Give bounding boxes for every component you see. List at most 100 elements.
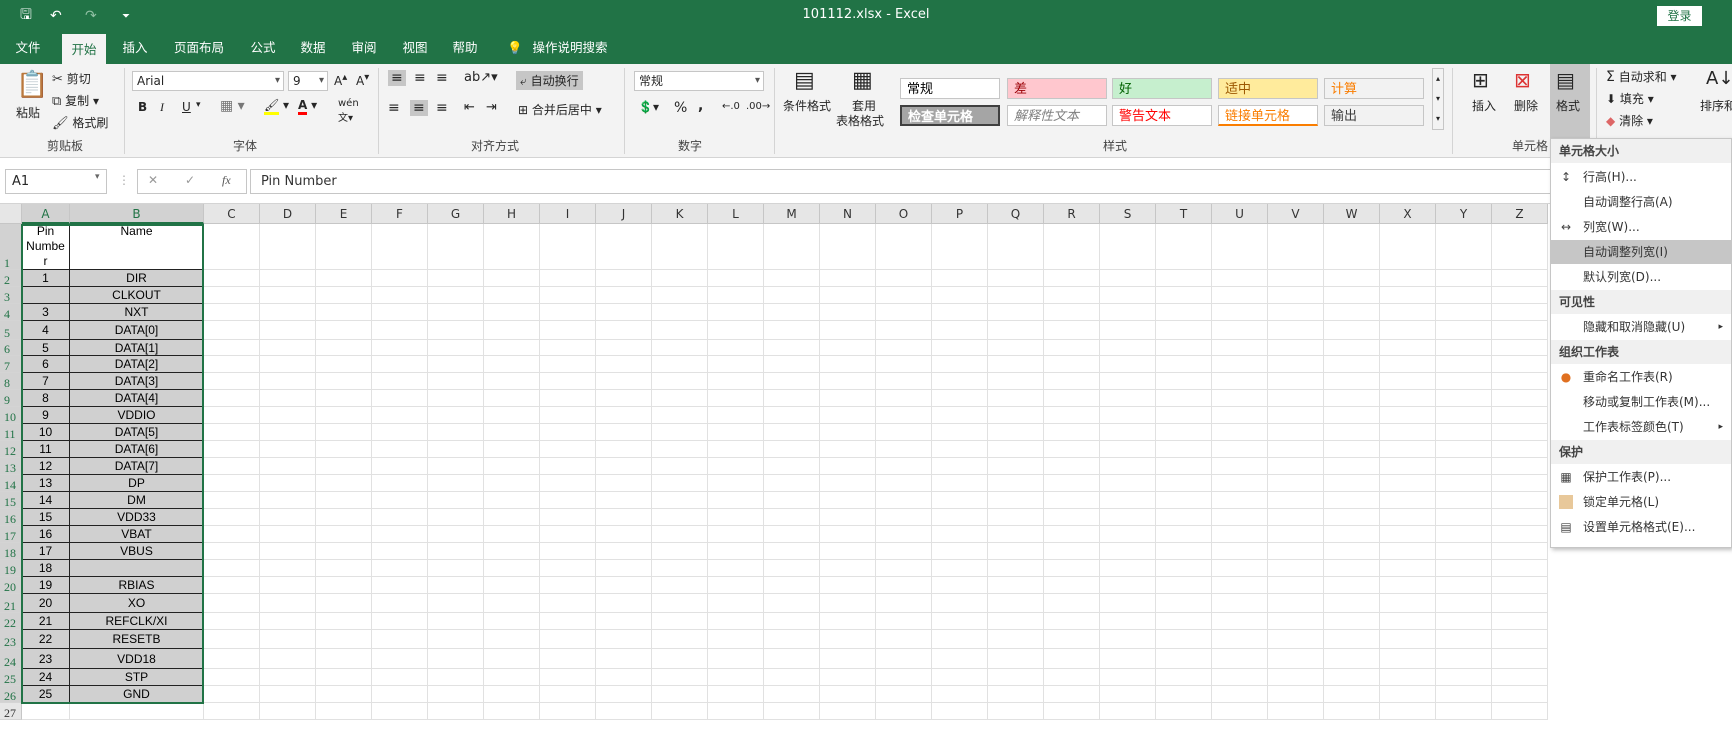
grid-cell[interactable] bbox=[1212, 543, 1268, 560]
grid-cell[interactable] bbox=[652, 340, 708, 356]
grid-cell[interactable] bbox=[260, 669, 316, 686]
grid-cell[interactable] bbox=[1156, 492, 1212, 509]
cell-B15[interactable]: DM bbox=[70, 492, 204, 509]
grid-cell[interactable] bbox=[1492, 373, 1548, 390]
grid-cell[interactable] bbox=[988, 340, 1044, 356]
grid-cell[interactable] bbox=[988, 526, 1044, 543]
cell-style-1[interactable]: 差 bbox=[1007, 78, 1107, 99]
column-header[interactable]: L bbox=[708, 204, 764, 224]
grid-cell[interactable] bbox=[260, 458, 316, 475]
column-header[interactable]: N bbox=[820, 204, 876, 224]
grid-cell[interactable] bbox=[428, 304, 484, 321]
grid-cell[interactable] bbox=[1156, 424, 1212, 441]
grid-cell[interactable] bbox=[316, 340, 372, 356]
grid-cell[interactable] bbox=[1044, 492, 1100, 509]
grid-cell[interactable] bbox=[1156, 630, 1212, 649]
grid-cell[interactable] bbox=[1212, 594, 1268, 613]
grid-cell[interactable] bbox=[1380, 492, 1436, 509]
grid-cell[interactable] bbox=[260, 441, 316, 458]
grid-cell[interactable] bbox=[1100, 560, 1156, 577]
grid-cell[interactable] bbox=[540, 560, 596, 577]
grid-cell[interactable] bbox=[1044, 594, 1100, 613]
grid-cell[interactable] bbox=[1492, 703, 1548, 720]
grid-cell[interactable] bbox=[260, 560, 316, 577]
grid-cell[interactable] bbox=[260, 577, 316, 594]
grid-cell[interactable] bbox=[1212, 224, 1268, 270]
grid-cell[interactable] bbox=[260, 424, 316, 441]
grid-cell[interactable] bbox=[708, 270, 764, 287]
grid-cell[interactable] bbox=[260, 287, 316, 304]
grid-cell[interactable] bbox=[820, 304, 876, 321]
grid-cell[interactable] bbox=[540, 526, 596, 543]
grid-cell[interactable] bbox=[204, 560, 260, 577]
grid-cell[interactable] bbox=[1324, 390, 1380, 407]
grid-cell[interactable] bbox=[1380, 560, 1436, 577]
grid-cell[interactable] bbox=[1044, 543, 1100, 560]
cell-B12[interactable]: DATA[6] bbox=[70, 441, 204, 458]
number-format-select[interactable]: 常规 bbox=[634, 71, 764, 91]
grid-cell[interactable] bbox=[932, 407, 988, 424]
grid-cell[interactable] bbox=[596, 390, 652, 407]
grid-cell[interactable] bbox=[204, 224, 260, 270]
grid-cell[interactable] bbox=[1268, 509, 1324, 526]
grid-cell[interactable] bbox=[428, 543, 484, 560]
grid-cell[interactable] bbox=[1380, 577, 1436, 594]
grid-cell[interactable] bbox=[708, 630, 764, 649]
grid-cell[interactable] bbox=[596, 340, 652, 356]
grid-cell[interactable] bbox=[316, 686, 372, 703]
grid-cell[interactable] bbox=[1436, 560, 1492, 577]
grid-cell[interactable] bbox=[260, 703, 316, 720]
row-header[interactable]: 6 bbox=[0, 340, 22, 356]
table-format-icon[interactable]: ▦ bbox=[852, 68, 873, 93]
grid-cell[interactable] bbox=[1380, 321, 1436, 340]
cell-style-5[interactable]: 检查单元格 bbox=[900, 105, 1000, 126]
grid-cell[interactable] bbox=[876, 373, 932, 390]
grid-cell[interactable] bbox=[1492, 613, 1548, 630]
grid-cell[interactable] bbox=[1492, 543, 1548, 560]
grid-cell[interactable] bbox=[820, 703, 876, 720]
paste-icon[interactable]: 📋 bbox=[16, 70, 48, 100]
grid-cell[interactable] bbox=[260, 340, 316, 356]
grid-cell[interactable] bbox=[820, 649, 876, 669]
grid-cell[interactable] bbox=[1100, 509, 1156, 526]
grid-cell[interactable] bbox=[652, 669, 708, 686]
menu-row-height[interactable]: ↕ 行高(H)... bbox=[1551, 165, 1731, 189]
grid-cell[interactable] bbox=[596, 356, 652, 373]
grid-cell[interactable] bbox=[540, 509, 596, 526]
format-painter-button[interactable]: 🖌 格式刷 bbox=[52, 114, 108, 131]
grid-cell[interactable] bbox=[932, 287, 988, 304]
cell-B22[interactable]: REFCLK/XI bbox=[70, 613, 204, 630]
grid-cell[interactable] bbox=[1324, 475, 1380, 492]
grid-cell[interactable] bbox=[932, 703, 988, 720]
grid-cell[interactable] bbox=[1436, 703, 1492, 720]
grid-cell[interactable] bbox=[988, 669, 1044, 686]
wrap-text-button[interactable]: ⤶ 自动换行 bbox=[516, 71, 583, 90]
grid-cell[interactable] bbox=[428, 613, 484, 630]
grid-cell[interactable] bbox=[1212, 441, 1268, 458]
grid-cell[interactable] bbox=[708, 526, 764, 543]
format-cells-label[interactable]: 格式 bbox=[1556, 97, 1580, 114]
cell-style-3[interactable]: 适中 bbox=[1218, 78, 1318, 99]
column-header[interactable]: O bbox=[876, 204, 932, 224]
grid-cell[interactable] bbox=[988, 577, 1044, 594]
cell-B17[interactable]: VBAT bbox=[70, 526, 204, 543]
grid-cell[interactable] bbox=[260, 475, 316, 492]
column-header[interactable]: A bbox=[22, 204, 70, 224]
grid-cell[interactable] bbox=[1324, 321, 1380, 340]
grid-cell[interactable] bbox=[820, 560, 876, 577]
row-header[interactable]: 8 bbox=[0, 373, 22, 390]
grid-cell[interactable] bbox=[708, 356, 764, 373]
grid-cell[interactable] bbox=[428, 526, 484, 543]
grid-cell[interactable] bbox=[708, 287, 764, 304]
grid-cell[interactable] bbox=[316, 356, 372, 373]
grid-cell[interactable] bbox=[1492, 577, 1548, 594]
column-header[interactable]: H bbox=[484, 204, 540, 224]
grid-cell[interactable] bbox=[260, 356, 316, 373]
cell-style-2[interactable]: 好 bbox=[1112, 78, 1212, 99]
grid-cell[interactable] bbox=[484, 304, 540, 321]
grid-cell[interactable] bbox=[1268, 649, 1324, 669]
grid-cell[interactable] bbox=[708, 594, 764, 613]
grid-cell[interactable] bbox=[1492, 458, 1548, 475]
grid-cell[interactable] bbox=[988, 224, 1044, 270]
grid-cell[interactable] bbox=[260, 630, 316, 649]
